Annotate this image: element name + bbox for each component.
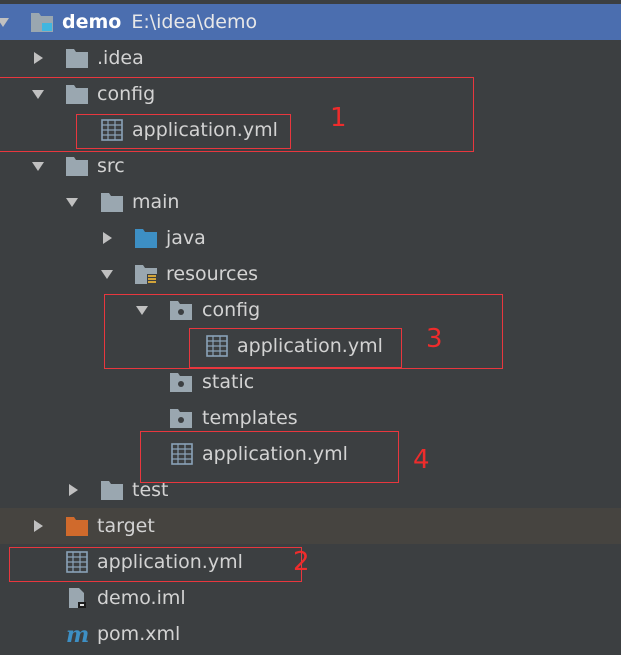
collapsed-arrow-icon[interactable] [100, 231, 114, 245]
module-folder-icon [30, 11, 54, 33]
folder-icon [100, 191, 124, 213]
yaml-file-icon [65, 551, 89, 573]
annotation-number-3: 3 [426, 324, 443, 354]
collapsed-arrow-icon[interactable] [66, 483, 80, 497]
expand-arrow-icon[interactable] [100, 267, 114, 281]
root-name: demo [62, 11, 122, 33]
collapsed-arrow-icon[interactable] [31, 519, 45, 533]
expand-arrow-icon[interactable] [31, 87, 45, 101]
expand-arrow-icon[interactable] [65, 195, 79, 209]
tree-item-src[interactable]: src [0, 148, 621, 184]
package-folder-icon [169, 407, 193, 429]
expand-arrow-icon[interactable] [135, 303, 149, 317]
folder-icon [65, 47, 89, 69]
tree-item-label: demo.iml [97, 587, 186, 609]
tree-item-label: main [132, 191, 180, 213]
tree-item-static[interactable]: static [0, 364, 621, 400]
tree-item-label: pom.xml [97, 623, 181, 645]
tree-item-config[interactable]: config [0, 76, 621, 112]
tree-item-resources-config[interactable]: config [0, 292, 621, 328]
tree-item-label: config [97, 83, 156, 105]
yaml-file-icon [170, 443, 194, 465]
tree-item-resources[interactable]: resources [0, 256, 621, 292]
tree-root-demo[interactable]: demo E:\idea\demo [0, 4, 621, 40]
annotation-number-4: 4 [413, 445, 430, 475]
tree-item-label: java [166, 227, 206, 249]
package-folder-icon [169, 371, 193, 393]
tree-item-test[interactable]: test [0, 472, 621, 508]
tree-item-templates[interactable]: templates [0, 400, 621, 436]
annotation-number-2: 2 [293, 547, 310, 577]
tree-item-application-yml[interactable]: application.yml [0, 544, 621, 580]
tree-item-label: resources [166, 263, 259, 285]
root-path: E:\idea\demo [131, 11, 258, 33]
package-folder-icon [169, 299, 193, 321]
folder-icon [65, 83, 89, 105]
maven-icon: m [65, 623, 89, 645]
tree-item-label: target [97, 515, 155, 537]
tree-item-label: application.yml [97, 551, 243, 573]
yaml-file-icon [100, 119, 124, 141]
expand-arrow-icon[interactable] [0, 15, 10, 29]
tree-item-target[interactable]: target [0, 508, 621, 544]
tree-item-application-yml[interactable]: application.yml [0, 328, 621, 364]
folder-icon [65, 155, 89, 177]
tree-item-demo-iml[interactable]: demo.iml [0, 580, 621, 616]
tree-item-main[interactable]: main [0, 184, 621, 220]
tree-item-label: test [132, 479, 169, 501]
tree-item-pom-xml[interactable]: m pom.xml [0, 616, 621, 652]
resources-folder-icon [134, 263, 158, 285]
tree-item-label: templates [202, 407, 298, 429]
tree-item-label: static [202, 371, 255, 393]
tree-item-label: application.yml [202, 443, 348, 465]
annotation-number-1: 1 [330, 103, 347, 133]
yaml-file-icon [205, 335, 229, 357]
tree-item-java[interactable]: java [0, 220, 621, 256]
tree-item-label: application.yml [132, 119, 278, 141]
expand-arrow-icon[interactable] [31, 159, 45, 173]
tree-item-label: config [202, 299, 261, 321]
collapsed-arrow-icon[interactable] [31, 51, 45, 65]
project-tree: demo E:\idea\demo .idea config applicatio… [0, 0, 621, 655]
tree-item-idea[interactable]: .idea [0, 40, 621, 76]
svg-text:m: m [66, 623, 89, 645]
tree-item-label: src [97, 155, 125, 177]
iml-file-icon [65, 587, 89, 609]
source-folder-icon [134, 227, 158, 249]
tree-item-application-yml[interactable]: application.yml [0, 436, 621, 472]
excluded-folder-icon [65, 515, 89, 537]
tree-item-label: application.yml [237, 335, 383, 357]
folder-icon [100, 479, 124, 501]
tree-item-label: .idea [97, 47, 144, 69]
tree-item-application-yml[interactable]: application.yml [0, 112, 621, 148]
